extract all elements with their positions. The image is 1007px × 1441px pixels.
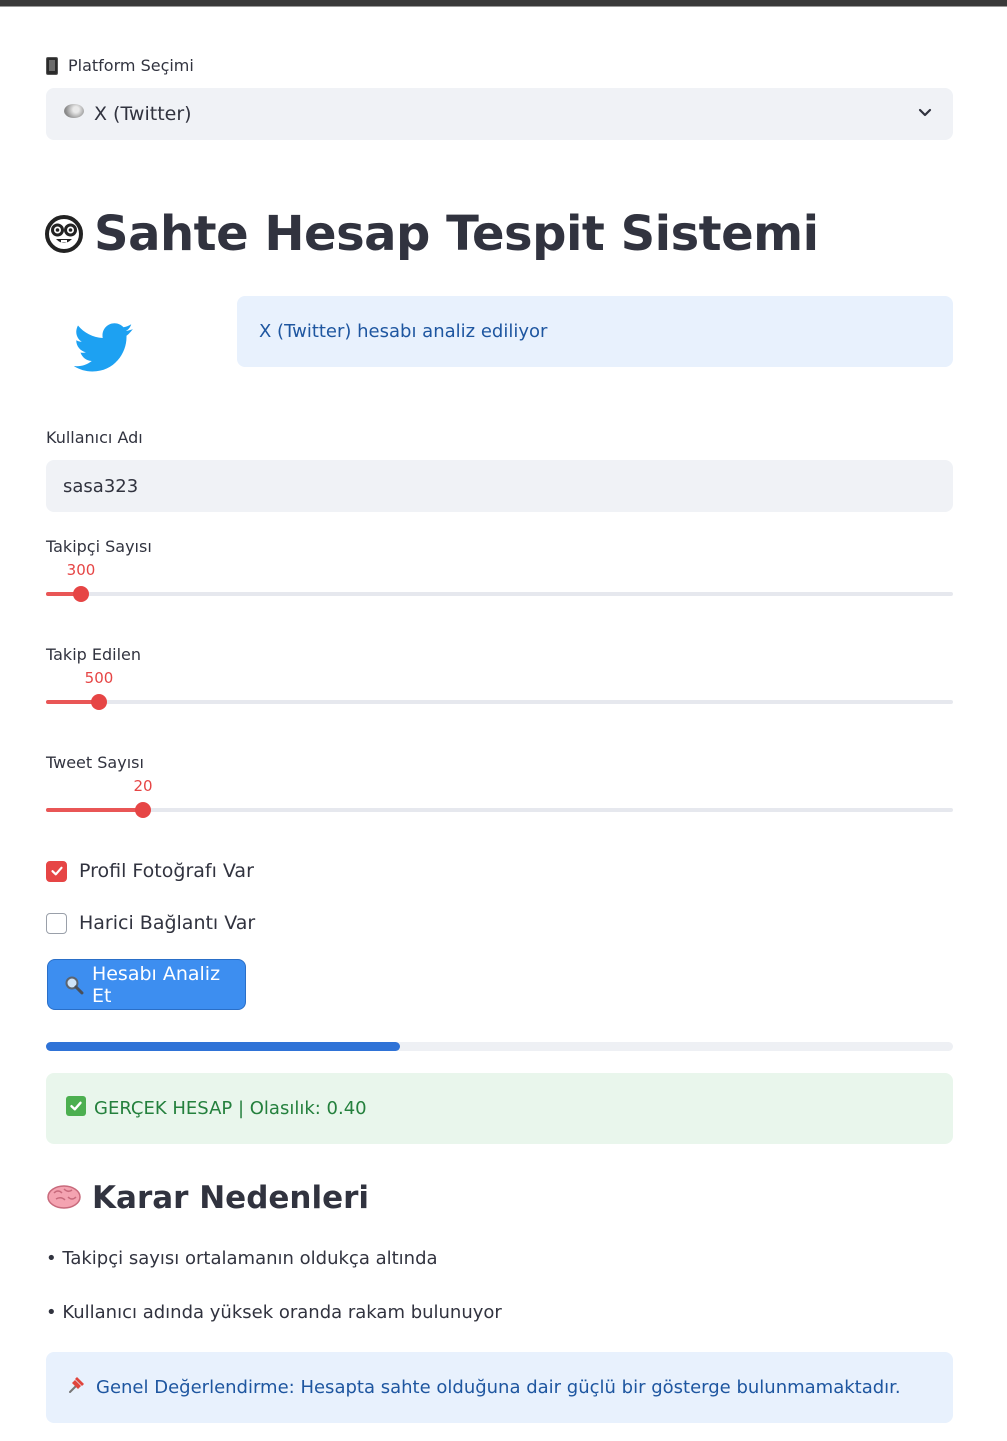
overall-assessment-alert: Genel Değerlendirme: Hesapta sahte olduğ… bbox=[46, 1352, 953, 1423]
platform-select[interactable]: X (Twitter) bbox=[46, 88, 953, 140]
page-title: Sahte Hesap Tespit Sistemi bbox=[44, 206, 819, 262]
checkbox-checked-icon[interactable] bbox=[46, 860, 67, 882]
tweet-count-value: 20 bbox=[133, 777, 153, 795]
info-alert: X (Twitter) hesabı analiz ediliyor bbox=[237, 296, 953, 367]
chevron-down-icon bbox=[918, 108, 932, 117]
slider-thumb[interactable] bbox=[135, 802, 151, 818]
username-label: Kullanıcı Adı bbox=[46, 428, 143, 447]
checkbox-unchecked-icon[interactable] bbox=[46, 912, 67, 934]
overall-assessment-text: Genel Değerlendirme: Hesapta sahte olduğ… bbox=[96, 1377, 901, 1398]
progress-bar bbox=[46, 1042, 953, 1051]
reason-item: • Takipçi sayısı ortalamanın oldukça alt… bbox=[46, 1248, 438, 1269]
reasons-title: Karar Nedenleri bbox=[92, 1180, 370, 1216]
platform-label: Platform Seçimi bbox=[46, 56, 194, 75]
globe-icon bbox=[64, 104, 84, 118]
following-count-slider[interactable] bbox=[46, 694, 953, 710]
magnifier-icon bbox=[65, 976, 84, 994]
check-mark-icon bbox=[66, 1095, 86, 1116]
username-input[interactable]: sasa323 bbox=[46, 460, 953, 512]
phone-icon bbox=[46, 56, 58, 75]
title-text: Sahte Hesap Tespit Sistemi bbox=[94, 206, 819, 262]
pushpin-icon bbox=[69, 1376, 84, 1393]
platform-label-text: Platform Seçimi bbox=[68, 56, 194, 75]
reason-item: • Kullanıcı adında yüksek oranda rakam b… bbox=[46, 1302, 502, 1323]
external-link-checkbox[interactable]: Harici Bağlantı Var bbox=[46, 912, 255, 934]
browser-top-bar bbox=[0, 0, 1007, 7]
info-alert-text: X (Twitter) hesabı analiz ediliyor bbox=[259, 321, 548, 342]
analyze-button-label: Hesabı Analiz Et bbox=[91, 962, 221, 1007]
external-link-label: Harici Bağlantı Var bbox=[79, 912, 256, 934]
nerd-face-icon bbox=[45, 215, 83, 253]
progress-bar-fill bbox=[46, 1042, 400, 1051]
result-text: GERÇEK HESAP | Olasılık: 0.40 bbox=[94, 1098, 367, 1119]
twitter-bird-icon bbox=[74, 323, 133, 372]
brain-icon bbox=[47, 1185, 81, 1209]
follower-count-label: Takipçi Sayısı bbox=[46, 537, 152, 556]
slider-thumb[interactable] bbox=[73, 586, 89, 602]
profile-photo-label: Profil Fotoğrafı Var bbox=[79, 860, 254, 882]
following-count-value: 500 bbox=[84, 669, 114, 687]
platform-selected-value: X (Twitter) bbox=[94, 103, 192, 125]
tweet-count-label: Tweet Sayısı bbox=[46, 753, 144, 772]
following-count-label: Takip Edilen bbox=[46, 645, 142, 664]
username-value: sasa323 bbox=[63, 475, 139, 497]
tweet-count-slider[interactable] bbox=[46, 802, 953, 818]
slider-fill bbox=[46, 808, 143, 812]
analyze-button[interactable]: Hesabı Analiz Et bbox=[47, 959, 246, 1010]
result-alert: GERÇEK HESAP | Olasılık: 0.40 bbox=[46, 1073, 953, 1144]
follower-count-value: 300 bbox=[66, 561, 96, 579]
follower-count-slider[interactable] bbox=[46, 586, 953, 602]
reasons-heading: Karar Nedenleri bbox=[46, 1180, 369, 1216]
profile-photo-checkbox[interactable]: Profil Fotoğrafı Var bbox=[46, 860, 254, 882]
slider-thumb[interactable] bbox=[91, 694, 107, 710]
